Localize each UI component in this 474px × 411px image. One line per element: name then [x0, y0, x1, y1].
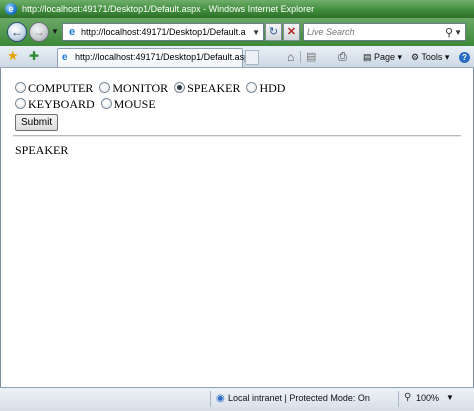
radio-label: MOUSE — [113, 97, 156, 111]
page-icon: e — [62, 52, 68, 63]
page-icon: e — [68, 26, 76, 38]
page-content: COMPUTER MONITOR SPEAKER HDD KEYBOARD MO… — [0, 68, 474, 387]
separator — [398, 391, 399, 407]
title-bar: e http://localhost:49171/Desktop1/Defaul… — [0, 0, 474, 18]
radio-group: COMPUTER MONITOR SPEAKER HDD KEYBOARD MO… — [15, 81, 455, 113]
page-menu-button[interactable]: ▤ Page ▾ — [363, 50, 402, 64]
radio-label: SPEAKER — [187, 81, 241, 95]
intranet-zone-icon: ◉ — [216, 393, 225, 404]
radio-label: HDD — [259, 81, 286, 95]
page-menu-label: Page — [374, 52, 396, 62]
radio-option-speaker[interactable]: SPEAKER — [174, 81, 240, 96]
radio-button[interactable] — [15, 82, 26, 93]
separator — [210, 391, 211, 407]
forward-button[interactable]: → — [29, 22, 49, 42]
search-icon[interactable]: ⚲ — [445, 26, 453, 39]
navigation-bar: ← → ▼ e ▼ ↻ ✕ ⚲ ▼ — [0, 18, 474, 46]
add-favorites-icon[interactable]: ✚ — [29, 49, 39, 63]
radio-button-selected[interactable] — [174, 82, 186, 93]
address-input[interactable] — [81, 24, 246, 40]
radio-button[interactable] — [246, 82, 258, 93]
radio-label: MONITOR — [112, 81, 169, 95]
feeds-icon[interactable]: ▤ — [306, 50, 316, 64]
radio-row: COMPUTER MONITOR SPEAKER HDD — [15, 81, 455, 97]
tools-menu-button[interactable]: ⚙ Tools ▾ — [411, 50, 449, 64]
zoom-level[interactable]: 100% — [416, 393, 439, 403]
tab-current[interactable]: e http://localhost:49171/Desktop1/Defaul… — [57, 48, 254, 67]
radio-option-hdd[interactable]: HDD — [246, 81, 285, 96]
tab-label: http://localhost:49171/Desktop1/Default.… — [75, 52, 254, 62]
radio-option-mouse[interactable]: MOUSE — [100, 97, 156, 112]
radio-button[interactable] — [15, 98, 26, 109]
submit-button[interactable]: Submit — [15, 114, 59, 131]
separator — [300, 51, 301, 63]
history-dropdown-icon[interactable]: ▼ — [51, 27, 59, 36]
back-button[interactable]: ← — [7, 22, 27, 42]
radio-label: COMPUTER — [28, 81, 94, 95]
search-input[interactable] — [307, 24, 437, 40]
favorites-star-icon[interactable]: ★ — [7, 49, 19, 63]
radio-option-keyboard[interactable]: KEYBOARD — [15, 97, 95, 112]
tab-bar: ★ ✚ e http://localhost:49171/Desktop1/De… — [0, 46, 474, 68]
window-title: http://localhost:49171/Desktop1/Default.… — [22, 4, 315, 14]
radio-button[interactable] — [100, 98, 112, 109]
ie-logo-icon: e — [5, 3, 17, 15]
radio-option-computer[interactable]: COMPUTER — [15, 81, 93, 96]
radio-button[interactable] — [99, 82, 111, 93]
home-icon[interactable]: ⌂ — [287, 50, 294, 64]
status-bar: ◉ Local intranet | Protected Mode: On ⚲ … — [0, 387, 474, 411]
new-tab-button[interactable] — [245, 50, 259, 65]
zoom-icon[interactable]: ⚲ — [404, 392, 411, 403]
tools-menu-label: Tools — [421, 52, 443, 62]
refresh-button[interactable]: ↻ — [265, 23, 282, 41]
help-icon[interactable]: ? — [459, 52, 470, 63]
result-text: SPEAKER — [15, 143, 69, 157]
stop-button[interactable]: ✕ — [283, 23, 300, 41]
radio-row: KEYBOARD MOUSE — [15, 97, 455, 113]
print-icon[interactable]: ⎙ — [338, 50, 347, 64]
radio-option-monitor[interactable]: MONITOR — [99, 81, 168, 96]
search-box[interactable]: ⚲ ▼ — [303, 23, 466, 41]
security-zone-text: Local intranet | Protected Mode: On — [228, 393, 370, 403]
zoom-dropdown-icon[interactable]: ▼ — [446, 393, 454, 402]
divider — [13, 135, 461, 137]
search-dropdown-icon[interactable]: ▼ — [454, 28, 462, 37]
address-bar[interactable]: e ▼ — [62, 23, 264, 41]
address-dropdown-icon[interactable]: ▼ — [252, 28, 260, 37]
radio-label: KEYBOARD — [28, 97, 95, 111]
